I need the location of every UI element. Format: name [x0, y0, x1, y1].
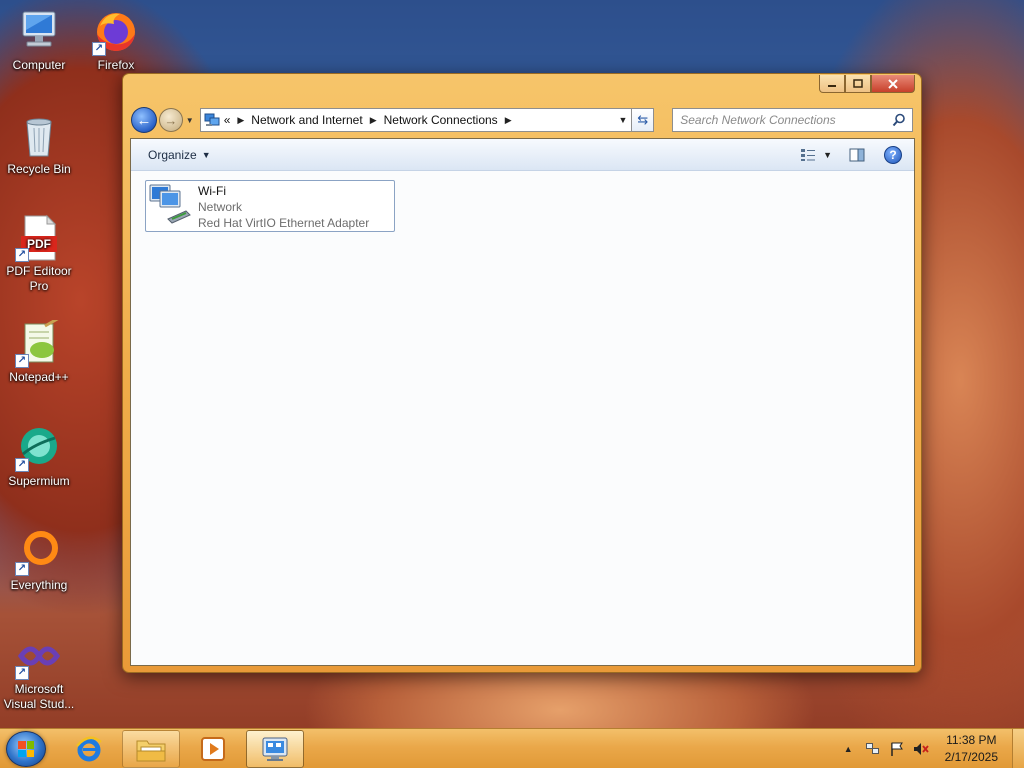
organize-menu-button[interactable]: Organize ▼: [148, 148, 211, 162]
help-icon: ?: [889, 148, 897, 162]
close-button[interactable]: [871, 75, 915, 93]
desktop-icon-label: Notepad++: [9, 370, 69, 384]
computer-icon: [15, 8, 63, 56]
action-center-flag-icon[interactable]: [889, 741, 905, 757]
organize-label: Organize: [148, 147, 197, 162]
command-bar-right: ▼ ?: [799, 146, 902, 164]
recent-pages-dropdown[interactable]: ▼: [184, 116, 196, 125]
desktop-icon-label: Computer: [12, 58, 66, 72]
close-icon: [888, 78, 898, 89]
preview-pane-icon: [849, 148, 865, 162]
breadcrumb-overflow[interactable]: «: [224, 113, 231, 127]
content-area: Organize ▼ ▼ ? Wi-Fi Network Red Hat Vir…: [130, 138, 915, 666]
refresh-button[interactable]: ⇆: [632, 108, 655, 132]
clock-date: 2/17/2025: [944, 750, 998, 764]
address-history-dropdown[interactable]: ▼: [618, 115, 627, 125]
view-options-dropdown[interactable]: ▼: [823, 150, 832, 160]
file-explorer-icon: [136, 740, 166, 762]
show-hidden-icons-button[interactable]: ▲: [844, 744, 853, 754]
shortcut-arrow-icon: ↗: [15, 562, 29, 576]
details-view-icon: [801, 149, 816, 161]
command-bar: Organize ▼ ▼ ?: [131, 139, 914, 171]
search-placeholder: Search Network Connections: [680, 113, 836, 127]
breadcrumb-network-connections[interactable]: Network Connections: [384, 113, 498, 127]
chevron-right-icon[interactable]: ▶: [230, 115, 251, 126]
forward-button[interactable]: →: [158, 108, 183, 132]
supermium-icon: ↗: [15, 424, 63, 472]
svg-text:PDF: PDF: [27, 237, 51, 251]
maximize-button[interactable]: [845, 75, 871, 93]
chevron-down-icon: ▼: [201, 149, 211, 160]
taskbar-media-player[interactable]: [184, 730, 242, 768]
desktop-icon-firefox[interactable]: ↗ Firefox: [78, 8, 154, 73]
network-connections-icon: [262, 737, 288, 761]
back-button[interactable]: ←: [131, 107, 157, 133]
desktop-icon-notepadpp[interactable]: ↗ Notepad++: [1, 316, 77, 385]
desktop-icon-everything[interactable]: ↗ Everything: [1, 528, 77, 593]
chevron-right-icon[interactable]: ▶: [363, 115, 384, 126]
search-icon[interactable]: [892, 113, 906, 127]
shortcut-arrow-icon: ↗: [15, 666, 29, 680]
arrow-right-icon: →: [164, 112, 178, 128]
shortcut-arrow-icon: ↗: [15, 248, 29, 262]
desktop-icon-label: Recycle Bin: [7, 162, 71, 176]
system-tray: ▲ 11:38 PM 2/17/2025: [844, 729, 1024, 768]
desktop-icon-computer[interactable]: Computer: [1, 8, 77, 73]
refresh-icon: ⇆: [637, 112, 649, 127]
navigation-bar: ← → ▼ « ▶ Network and Internet ▶ Network…: [131, 107, 913, 133]
taskbar-file-explorer[interactable]: [122, 730, 180, 768]
start-button[interactable]: [6, 731, 46, 767]
preview-pane-button[interactable]: [848, 146, 866, 164]
volume-muted-icon[interactable]: [913, 741, 929, 757]
desktop-icon-label: Microsoft Visual Stud...: [3, 682, 75, 711]
chevron-right-icon[interactable]: ▶: [498, 115, 519, 126]
taskbar-internet-explorer[interactable]: [60, 730, 118, 768]
minimize-icon: [828, 84, 836, 87]
network-folder-icon: [204, 112, 220, 128]
network-tray-icon[interactable]: [865, 741, 881, 757]
connection-details: Wi-Fi Network Red Hat VirtIO Ethernet Ad…: [198, 181, 369, 231]
desktop-icon-label: Supermium: [8, 474, 70, 488]
desktop-icon-visual-studio[interactable]: ↗ Microsoft Visual Stud...: [1, 632, 77, 712]
notepad-plus-plus-icon: ↗: [15, 316, 63, 368]
connection-status: Network: [198, 200, 243, 214]
everything-icon: ↗: [15, 528, 63, 576]
arrow-left-icon: ←: [136, 111, 152, 129]
connection-item-wifi[interactable]: Wi-Fi Network Red Hat VirtIO Ethernet Ad…: [145, 180, 395, 232]
pdf-icon: PDF ↗: [15, 214, 63, 262]
windows-logo-icon: [18, 741, 34, 757]
address-bar[interactable]: « ▶ Network and Internet ▶ Network Conne…: [199, 108, 633, 132]
shortcut-arrow-icon: ↗: [15, 458, 29, 472]
firefox-icon: ↗: [92, 8, 140, 56]
visual-studio-icon: ↗: [15, 632, 63, 680]
desktop-icon-pdf-editoor[interactable]: PDF ↗ PDF Editoor Pro: [1, 214, 77, 294]
connection-device: Red Hat VirtIO Ethernet Adapter: [198, 216, 370, 230]
internet-explorer-icon: [76, 736, 102, 762]
caption-buttons: [819, 75, 915, 93]
desktop-icon-label: Firefox: [97, 58, 135, 72]
minimize-button[interactable]: [819, 75, 845, 93]
desktop-icon-label: Everything: [10, 578, 68, 592]
show-desktop-button[interactable]: [1012, 729, 1024, 768]
change-view-button[interactable]: [799, 146, 817, 164]
help-button[interactable]: ?: [884, 146, 902, 164]
network-adapter-icon: [146, 181, 198, 231]
taskbar: ▲ 11:38 PM 2/17/2025: [0, 728, 1024, 768]
media-player-icon: [201, 737, 225, 761]
recycle-bin-icon: [15, 112, 63, 160]
network-connections-window[interactable]: ← → ▼ « ▶ Network and Internet ▶ Network…: [122, 73, 922, 673]
clock-time: 11:38 PM: [946, 733, 997, 747]
taskbar-network-connections[interactable]: [246, 730, 304, 768]
desktop-icon-recycle-bin[interactable]: Recycle Bin: [1, 112, 77, 177]
clock[interactable]: 11:38 PM 2/17/2025: [945, 732, 998, 766]
maximize-icon: [853, 78, 863, 88]
desktop-icon-label: PDF Editoor Pro: [6, 264, 72, 293]
breadcrumb-network-and-internet[interactable]: Network and Internet: [251, 113, 362, 127]
search-input[interactable]: Search Network Connections: [672, 108, 913, 132]
shortcut-arrow-icon: ↗: [92, 42, 106, 56]
shortcut-arrow-icon: ↗: [15, 354, 29, 368]
desktop-icon-supermium[interactable]: ↗ Supermium: [1, 424, 77, 489]
connection-name: Wi-Fi: [198, 184, 226, 198]
